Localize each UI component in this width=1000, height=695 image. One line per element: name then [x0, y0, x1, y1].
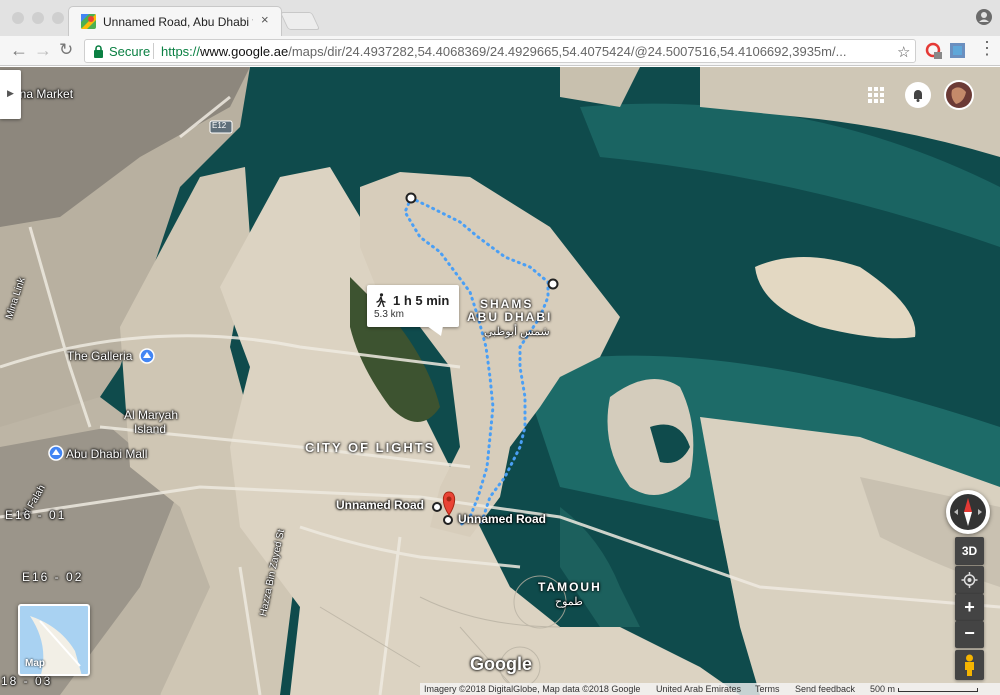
map-label-market: ina Market [17, 87, 74, 101]
map-label-al-maryah: Al Maryah [124, 408, 179, 422]
my-location-icon [961, 572, 978, 588]
zoom-in-button[interactable]: + [955, 594, 984, 621]
street-view-pegman-button[interactable] [955, 650, 984, 680]
pegman-icon [965, 654, 974, 676]
map-label-galleria: The Galleria [67, 349, 133, 363]
waypoint-marker[interactable] [547, 278, 559, 290]
notifications-bell-icon[interactable] [905, 82, 931, 108]
route-duration: 1 h 5 min [393, 293, 450, 308]
map-label-shams-2: ABU DHABI [467, 310, 553, 324]
url-scheme: https:// [161, 44, 201, 59]
map-thumbnail-label: Map [25, 658, 45, 669]
apps-grid-icon[interactable] [868, 87, 884, 103]
side-panel-toggle-button[interactable]: ▶ [0, 70, 21, 119]
waypoint-marker[interactable] [405, 192, 417, 204]
callout-tail [427, 326, 443, 336]
zoom-window-button[interactable] [52, 12, 64, 24]
my-location-button[interactable] [955, 566, 984, 594]
map-label-e18-03: 18 - 03 [1, 674, 53, 688]
map-label-shams-ar: شمس أبوظبي [484, 326, 550, 338]
profile-icon[interactable] [976, 9, 992, 25]
google-maps-favicon-icon [81, 14, 96, 29]
tab-close-icon[interactable]: × [261, 12, 269, 27]
scale-label[interactable]: 500 m [870, 684, 895, 694]
map-label-origin-road: Unnamed Road [336, 498, 425, 512]
extension-icon[interactable] [925, 42, 943, 60]
browser-toolbar: ← → ↻ Secure https://www.google.ae/maps/… [0, 36, 1000, 66]
map-label-shams-1: SHAMS [480, 297, 534, 311]
walking-person-icon [376, 293, 386, 307]
tab-title: Unnamed Road, Abu Dhabi to [103, 15, 253, 29]
forward-arrow-icon[interactable]: → [34, 41, 52, 59]
map-label-tamouh-ar: طموح [555, 596, 583, 608]
map-label-city-of-lights: CITY OF LIGHTS [305, 440, 436, 455]
menu-kebab-icon[interactable]: ⋮ [978, 39, 996, 57]
url-separator [153, 43, 154, 59]
map-label-island: Island [134, 422, 167, 436]
minimize-window-button[interactable] [32, 12, 44, 24]
country-label[interactable]: United Arab Emirates [656, 684, 741, 694]
highway-shield-label: E12 [212, 121, 227, 130]
back-arrow-icon[interactable]: ← [10, 41, 28, 59]
tab-bar: Unnamed Road, Abu Dhabi to × [0, 0, 1000, 36]
zoom-out-button[interactable]: − [955, 621, 984, 648]
map-attribution-bar: Imagery ©2018 DigitalGlobe, Map data ©20… [420, 683, 1000, 695]
url-path: /maps/dir/24.4937282,54.4068369/24.49296… [288, 44, 847, 59]
3d-toggle-button[interactable]: 3D [955, 537, 984, 565]
galleria-poi-icon[interactable] [139, 348, 155, 364]
destination-dot[interactable] [443, 515, 453, 525]
chevron-right-icon: ▶ [7, 88, 14, 98]
map-label-destination-road: Unnamed Road [458, 512, 547, 526]
google-logo: Google [470, 654, 532, 674]
mall-poi-icon[interactable] [48, 445, 64, 461]
map-label-e16-01: E16 - 01 [5, 508, 67, 522]
secure-label: Secure [109, 44, 151, 59]
map-label-tamouh: TAMOUH [538, 580, 602, 594]
close-window-button[interactable] [12, 12, 24, 24]
imagery-credit: Imagery ©2018 DigitalGlobe, Map data ©20… [424, 684, 641, 694]
compass-control[interactable] [946, 490, 990, 534]
lock-icon [94, 45, 103, 58]
map-label-e16-02: E16 - 02 [22, 570, 84, 584]
send-feedback-link[interactable]: Send feedback [795, 684, 855, 694]
map-type-thumbnail[interactable]: Map [18, 604, 90, 676]
scale-bar [898, 688, 978, 692]
satellite-imagery [0, 67, 1000, 695]
extension-icon-2[interactable] [950, 43, 965, 58]
origin-marker[interactable] [432, 502, 442, 512]
reload-icon[interactable]: ↻ [59, 41, 73, 59]
compass-icon [950, 494, 986, 530]
url-host: www.google.ae [200, 44, 289, 59]
route-info-box[interactable]: 1 h 5 min 5.3 km [367, 285, 459, 336]
bookmark-star-icon[interactable]: ☆ [897, 43, 910, 61]
address-bar[interactable]: Secure https://www.google.ae/maps/dir/24… [84, 39, 916, 63]
new-tab-button[interactable] [279, 12, 321, 30]
terms-link[interactable]: Terms [755, 684, 780, 694]
map-label-abu-dhabi-mall: Abu Dhabi Mall [66, 447, 148, 461]
user-avatar[interactable] [944, 80, 974, 110]
route-distance: 5.3 km [374, 309, 405, 320]
url-text: https://www.google.ae/maps/dir/24.493728… [161, 44, 881, 59]
map-canvas[interactable]: ina Market E12 Mina Link The Galleria Al… [0, 67, 1000, 695]
browser-tab[interactable]: Unnamed Road, Abu Dhabi to × [68, 6, 282, 36]
